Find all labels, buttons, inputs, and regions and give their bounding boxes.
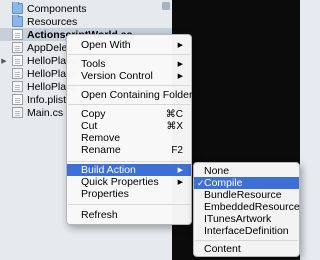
menu-item-build-action[interactable]: Build Action ▶ <box>67 164 191 176</box>
menu-item-label: Copy <box>81 108 106 120</box>
menu-item-label: Remove <box>81 132 121 144</box>
menu-item-version-control[interactable]: Version Control ▶ <box>67 70 191 82</box>
build-action-none[interactable]: None <box>194 165 299 177</box>
tree-item-resources[interactable]: Resources <box>0 15 172 28</box>
menu-item-label: Open With <box>81 39 131 51</box>
shortcut-label: ⌘C <box>165 108 183 120</box>
menu-item-quick-properties[interactable]: Quick Properties ▶ <box>67 176 191 188</box>
menu-item-label: Open Containing Folder <box>81 89 193 101</box>
shortcut-label: ⌘X <box>166 120 183 132</box>
menu-separator <box>68 85 190 86</box>
menu-item-label: BundleResource <box>204 189 282 201</box>
menu-item-label: Tools <box>81 58 106 70</box>
menu-item-label: Compile <box>204 177 243 189</box>
folder-icon <box>12 2 23 14</box>
menu-item-label: Rename <box>81 144 121 156</box>
file-icon <box>12 94 23 105</box>
file-icon <box>12 107 23 118</box>
menu-item-remove[interactable]: Remove <box>67 132 191 144</box>
menu-separator <box>68 104 190 105</box>
menu-separator <box>68 204 190 205</box>
menu-item-label: InterfaceDefinition <box>204 225 289 237</box>
build-action-interfacedefinition[interactable]: InterfaceDefinition <box>194 225 299 237</box>
menu-item-rename[interactable]: Rename F2 <box>67 144 191 156</box>
menu-item-refresh[interactable]: Refresh <box>67 209 191 221</box>
menu-item-label: Build Action <box>81 164 136 176</box>
menu-item-open-with[interactable]: Open With ▶ <box>67 39 191 51</box>
menu-item-properties[interactable]: Properties <box>67 188 191 200</box>
file-icon <box>12 68 23 79</box>
submenu-arrow-icon: ▶ <box>177 61 183 68</box>
panel-scroll-icon[interactable] <box>162 2 170 10</box>
menu-item-label: None <box>204 165 230 177</box>
menu-separator <box>195 240 298 241</box>
build-action-itunesartwork[interactable]: ITunesArtwork <box>194 213 299 225</box>
disclosure-triangle-icon[interactable]: ▶ <box>0 54 8 67</box>
menu-item-cut[interactable]: Cut ⌘X <box>67 120 191 132</box>
menu-separator <box>68 54 190 55</box>
build-action-compile[interactable]: ✓ Compile <box>194 177 299 189</box>
menu-item-label: Cut <box>81 120 98 132</box>
tree-item-components[interactable]: Components <box>0 2 172 15</box>
menu-item-label: ITunesArtwork <box>204 213 272 225</box>
file-icon <box>12 29 23 40</box>
file-icon <box>12 55 23 66</box>
build-action-submenu: None ✓ Compile BundleResource EmbeddedRe… <box>193 162 300 257</box>
submenu-arrow-icon: ▶ <box>177 167 183 174</box>
file-icon <box>12 42 23 53</box>
checkmark-icon: ✓ <box>197 177 205 188</box>
menu-item-label: Version Control <box>81 70 153 82</box>
build-action-embeddedresource[interactable]: EmbeddedResource <box>194 201 300 213</box>
menu-item-label: Quick Properties <box>81 176 159 188</box>
build-action-content[interactable]: Content <box>194 243 299 255</box>
file-icon <box>12 81 23 92</box>
submenu-arrow-icon: ▶ <box>177 179 183 186</box>
menu-item-tools[interactable]: Tools ▶ <box>67 58 191 70</box>
submenu-arrow-icon: ▶ <box>177 42 183 49</box>
menu-item-label: EmbeddedResource <box>204 201 300 213</box>
tree-item-label: Main.cs <box>27 106 64 119</box>
folder-icon <box>12 15 23 27</box>
menu-item-label: Properties <box>81 188 129 200</box>
menu-separator <box>68 161 190 162</box>
submenu-arrow-icon: ▶ <box>177 73 183 80</box>
menu-item-copy[interactable]: Copy ⌘C <box>67 108 191 120</box>
menu-item-label: Content <box>204 243 241 255</box>
build-action-bundleresource[interactable]: BundleResource <box>194 189 299 201</box>
shortcut-label: F2 <box>171 144 183 156</box>
tree-item-label: Components <box>27 2 87 15</box>
tree-item-label: Info.plist <box>27 93 67 106</box>
menu-item-open-containing-folder[interactable]: Open Containing Folder <box>67 89 193 101</box>
menu-item-label: Refresh <box>81 209 118 221</box>
context-menu: Open With ▶ Tools ▶ Version Control ▶ Op… <box>66 34 193 225</box>
tree-item-label: Resources <box>27 15 78 28</box>
